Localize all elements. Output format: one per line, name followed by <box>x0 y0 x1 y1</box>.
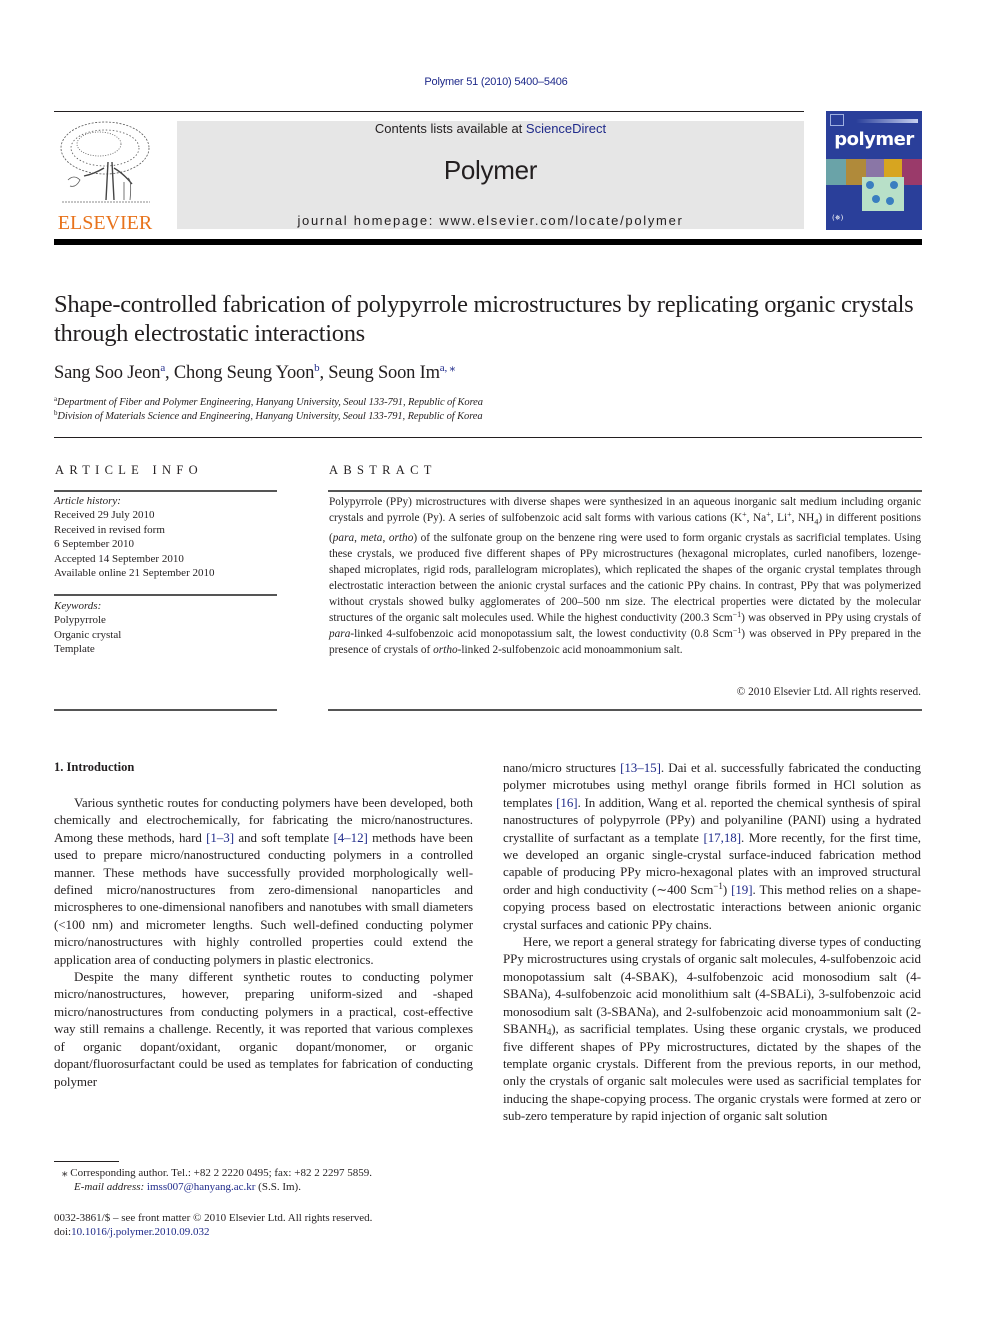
divider <box>54 490 277 492</box>
contents-prefix: Contents lists available at <box>374 121 526 136</box>
cover-image-strip <box>902 159 922 185</box>
abstract-span: , Na <box>746 512 767 524</box>
superscript: −1 <box>713 880 723 891</box>
author-name[interactable]: Seung Soon Im <box>328 363 440 383</box>
keywords-label: Keywords: <box>54 600 102 612</box>
divider <box>328 709 922 711</box>
cover-inset-panel <box>862 177 904 211</box>
cover-badge: (✵) <box>832 214 844 222</box>
text-span: methods have been used to prepare micro/… <box>54 829 474 967</box>
body-column-right: nano/micro structures [13–15]. Dai et al… <box>503 759 921 1125</box>
article-info-heading: ARTICLE INFO <box>55 463 203 477</box>
abstract-italic: para <box>332 532 355 545</box>
history-item: Accepted 14 September 2010 <box>54 552 184 565</box>
journal-cover-image[interactable]: polymer (✵) <box>826 111 922 230</box>
abstract-italic: meta <box>360 532 383 545</box>
abstract-span: , Li <box>770 512 788 524</box>
abstract-italic: para <box>329 628 351 641</box>
history-item: Received 29 July 2010 <box>54 509 155 522</box>
abstract-copyright: © 2010 Elsevier Ltd. All rights reserved… <box>736 686 921 698</box>
cover-bar <box>856 119 918 123</box>
author-affil-marker[interactable]: a <box>160 362 165 374</box>
affiliation: aDepartment of Fiber and Polymer Enginee… <box>54 395 483 408</box>
keywords: Keywords: Polypyrrole Organic crystal Te… <box>54 599 121 657</box>
cover-dot <box>866 181 874 189</box>
abstract-span: ) of the sulfonate group on the benzene … <box>329 532 922 625</box>
body-column-left: Various synthetic routes for conducting … <box>54 794 473 1090</box>
reference-link[interactable]: [16] <box>556 795 578 810</box>
affiliation-text: Division of Materials Science and Engine… <box>57 411 483 422</box>
keyword[interactable]: Organic crystal <box>54 628 121 642</box>
divider <box>54 709 277 711</box>
text-span: and soft template <box>234 829 334 845</box>
elsevier-wordmark: ELSEVIER <box>57 212 153 234</box>
doi-line: doi:10.1016/j.polymer.2010.09.032 <box>54 1226 210 1238</box>
reference-link[interactable]: [19] <box>731 882 753 897</box>
reference-link[interactable]: [13–15] <box>620 760 661 775</box>
cover-dot <box>890 181 898 189</box>
history-item: 6 September 2010 <box>54 538 135 551</box>
journal-homepage[interactable]: journal homepage: www.elsevier.com/locat… <box>177 213 804 228</box>
affiliation: bDivision of Materials Science and Engin… <box>54 409 483 422</box>
abstract-span: ) was observed in PPy using crystals of <box>741 612 922 625</box>
abstract-heading: ABSTRACT <box>329 463 437 477</box>
reference-link[interactable]: [4–12] <box>333 830 367 845</box>
doi-label: doi: <box>54 1226 72 1238</box>
top-rule <box>54 111 804 112</box>
abstract-italic: ortho <box>433 644 458 657</box>
text-span: nano/micro structures <box>503 760 621 775</box>
abstract-text: Polypyrrole (PPy) microstructures with d… <box>329 494 921 658</box>
abstract-span: -linked 2-sulfobenzoic acid monoammonium… <box>457 644 683 657</box>
author-name[interactable]: Chong Seung Yoon <box>174 363 314 383</box>
email-note: E-mail address: imss007@hanyang.ac.kr (S… <box>74 1181 301 1193</box>
affiliation-text: Department of Fiber and Polymer Engineer… <box>57 397 483 408</box>
footnote-rule <box>54 1161 119 1162</box>
front-matter-note: 0032-3861/$ – see front matter © 2010 El… <box>54 1212 373 1224</box>
author-list: Sang Soo Jeona, Chong Seung Yoonb, Seung… <box>54 362 455 383</box>
header-thick-rule <box>54 239 922 245</box>
reference-link[interactable]: [1–3] <box>206 830 234 845</box>
superscript: −1 <box>732 610 742 620</box>
history-item: Received in revised form <box>54 523 165 536</box>
sciencedirect-link[interactable]: ScienceDirect <box>526 121 606 136</box>
abstract-span: -linked 4-sulfobenzoic acid monopotassiu… <box>350 628 733 641</box>
paragraph: Various synthetic routes for conducting … <box>54 794 473 968</box>
cover-image-strip <box>826 159 846 185</box>
reference-link[interactable]: [17,18] <box>703 830 741 845</box>
cover-dot <box>886 197 894 205</box>
divider <box>54 437 922 438</box>
cover-dot <box>872 195 880 203</box>
author-name[interactable]: Sang Soo Jeon <box>54 363 161 383</box>
text-span: ), as sacrificial templates. Using these… <box>503 1021 921 1124</box>
corresponding-author-note: ⁎ Corresponding author. Tel.: +82 2 2220… <box>62 1167 372 1179</box>
contents-availability: Contents lists available at ScienceDirec… <box>177 121 804 136</box>
section-heading: 1. Introduction <box>54 760 135 774</box>
abstract-span: , NH <box>791 512 815 524</box>
author-affil-marker[interactable]: a, ⁎ <box>440 362 455 374</box>
author-affil-marker[interactable]: b <box>314 362 320 374</box>
cover-volume-badge-icon <box>830 114 844 126</box>
journal-citation[interactable]: Polymer 51 (2010) 5400–5406 <box>0 76 992 88</box>
email-suffix: (S.S. Im). <box>255 1181 301 1193</box>
divider <box>328 490 922 492</box>
email-label: E-mail address: <box>74 1181 145 1193</box>
history-label: Article history: <box>54 495 121 507</box>
divider <box>54 594 277 596</box>
paragraph: Despite the many different synthetic rou… <box>54 969 473 1089</box>
article-title: Shape-controlled fabrication of polypyrr… <box>54 291 914 347</box>
journal-name: Polymer <box>443 155 538 185</box>
history-item: Available online 21 September 2010 <box>54 567 215 580</box>
keyword[interactable]: Template <box>54 642 121 656</box>
abstract-italic: ortho <box>388 532 414 545</box>
doi-link[interactable]: 10.1016/j.polymer.2010.09.032 <box>71 1226 209 1238</box>
paragraph: Here, we report a general strategy for f… <box>503 933 921 1124</box>
keyword[interactable]: Polypyrrole <box>54 613 121 627</box>
cover-title: polymer <box>834 129 914 150</box>
superscript: −1 <box>732 626 742 636</box>
text-span: ) <box>722 881 732 897</box>
paragraph: nano/micro structures [13–15]. Dai et al… <box>503 759 921 933</box>
email-link[interactable]: imss007@hanyang.ac.kr <box>147 1181 256 1193</box>
article-history: Article history: Received 29 July 2010 R… <box>54 494 214 580</box>
